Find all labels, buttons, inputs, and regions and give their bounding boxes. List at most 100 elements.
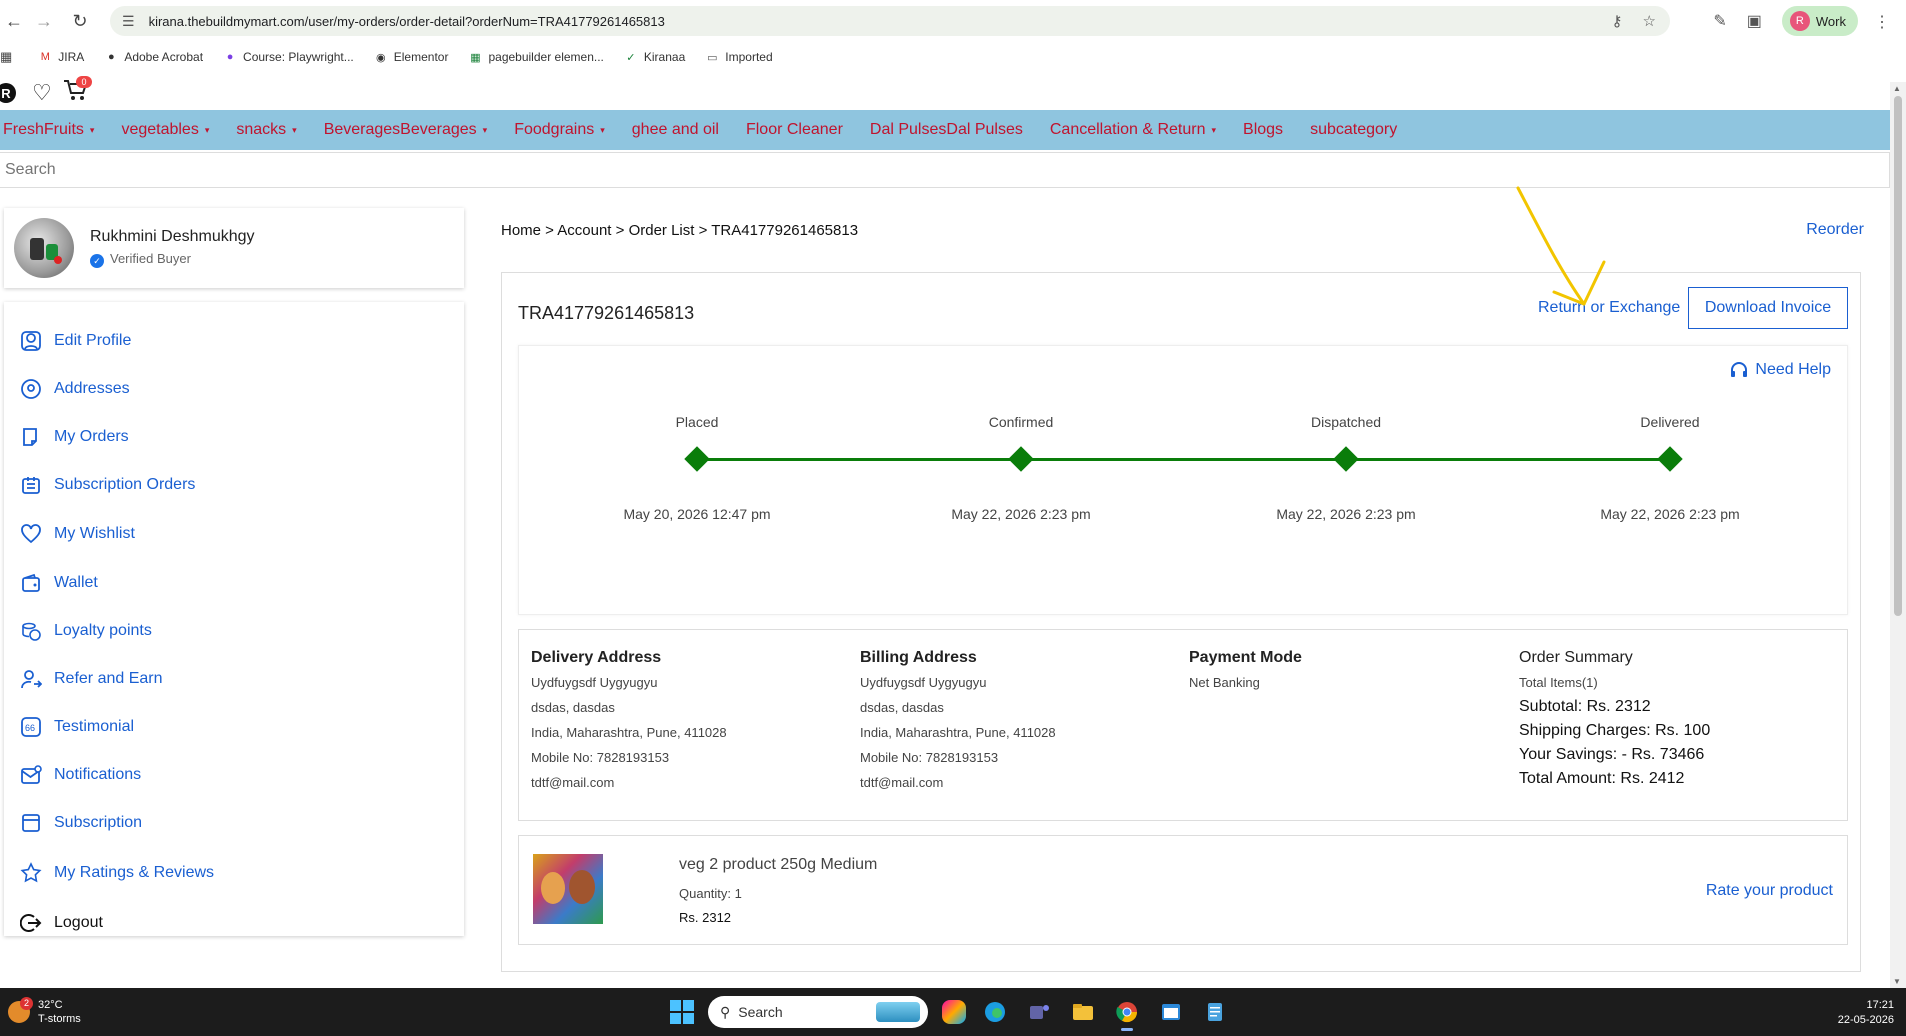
profile-button[interactable]: R Work [1781, 6, 1858, 36]
verified-badge: Verified Buyer [110, 250, 191, 266]
billing-address: Billing Address Uydfuygsdf Uygyugyu dsda… [860, 648, 1056, 795]
category-nav-item[interactable]: Foodgrains ▾ [511, 121, 605, 139]
site-settings-icon[interactable]: ☰ [122, 13, 135, 30]
category-nav-item[interactable]: Cancellation & Return ▾ [1047, 121, 1216, 139]
start-icon[interactable] [670, 1000, 694, 1024]
sidebar-item-mail[interactable]: Notifications [20, 764, 141, 786]
breadcrumb[interactable]: Home > Account > Order List > TRA4177926… [501, 222, 858, 239]
cart-count-badge: 0 [76, 76, 92, 88]
category-nav-item[interactable]: subcategory [1307, 121, 1397, 139]
chrome-icon[interactable] [1112, 997, 1142, 1031]
sidebar-item-star[interactable]: My Ratings & Reviews [20, 862, 214, 884]
notepad-icon[interactable] [1200, 997, 1230, 1027]
sidebar-item-location-pin[interactable]: Addresses [20, 378, 130, 400]
window-app-icon[interactable] [1156, 997, 1186, 1027]
sidebar-item-orders[interactable]: My Orders [20, 426, 129, 448]
sidebar-item-heart[interactable]: My Wishlist [20, 523, 135, 545]
bookmark-star-icon[interactable]: ☆ [1643, 12, 1656, 30]
scroll-thumb[interactable] [1894, 96, 1902, 616]
product-image[interactable] [533, 854, 603, 924]
category-label: Foodgrains [514, 121, 595, 138]
billing-line1: dsdas, dasdas [860, 700, 944, 715]
bookmark-item[interactable]: ✓ Kiranaa [624, 50, 685, 64]
category-nav-item[interactable]: Blogs [1240, 121, 1283, 139]
sidebar-item-subscription-orders[interactable]: Subscription Orders [20, 474, 195, 496]
category-nav-item[interactable]: Floor Cleaner [743, 121, 843, 139]
edge-icon[interactable] [980, 997, 1010, 1027]
site-logo[interactable]: R [0, 83, 16, 103]
order-detail-card: TRA41779261465813 Return or Exchange Dow… [501, 272, 1861, 972]
sidebar-item-label: Addresses [54, 380, 130, 397]
category-nav-item[interactable]: ghee and oil [629, 121, 719, 139]
sidebar-item-label: My Wishlist [54, 525, 135, 542]
stage-date: May 20, 2026 12:47 pm [623, 506, 771, 522]
clock-date: 22-05-2026 [1837, 1014, 1894, 1026]
logout-icon [20, 914, 42, 932]
sidebar-item-logout[interactable]: Logout [20, 912, 103, 934]
reorder-link[interactable]: Reorder [1806, 221, 1864, 239]
need-help-link[interactable]: Need Help [1729, 360, 1831, 380]
page-scrollbar[interactable]: ▲ ▼ [1890, 82, 1906, 988]
scroll-up-icon[interactable]: ▲ [1893, 84, 1901, 93]
copilot-icon[interactable] [942, 1000, 966, 1024]
bookmark-item[interactable]: ▭ Imported [705, 50, 773, 64]
category-nav-item[interactable]: Dal PulsesDal Pulses [867, 121, 1023, 139]
sidebar-item-coins[interactable]: Loyalty points [20, 620, 152, 642]
back-icon[interactable]: ← [0, 7, 28, 35]
sidebar-item-subscription[interactable]: Subscription [20, 812, 142, 834]
bookmarks-bar: ▦ M JIRA ● Adobe Acrobat ● Course: Playwright… [0, 42, 1906, 72]
acrobat-icon: ● [107, 51, 115, 63]
product-name[interactable]: veg 2 product 250g Medium [679, 856, 877, 874]
rate-product-link[interactable]: Rate your product [1706, 882, 1833, 900]
delivery-address: Delivery Address Uydfuygsdf Uygyugyu dsd… [531, 648, 727, 795]
location-pin-icon [21, 379, 41, 399]
weather-widget[interactable]: 2 32°C T-storms [8, 997, 81, 1026]
bookmark-label: Course: Playwright... [243, 50, 354, 64]
bookmark-label: pagebuilder elemen... [488, 50, 604, 64]
address-bar[interactable]: ☰ kirana.thebuildmymart.com/user/my-orde… [110, 6, 1670, 36]
mail-icon [21, 765, 42, 784]
bookmark-item[interactable]: ◉ Elementor [374, 50, 449, 64]
sidebar-item-quote[interactable]: 66 Testimonial [20, 716, 134, 738]
apps-grid-icon[interactable]: ▦ [0, 49, 12, 65]
billing-line2: India, Maharashtra, Pune, 411028 [860, 725, 1056, 740]
teams-icon[interactable] [1024, 997, 1054, 1027]
tab-search-icon[interactable]: ▣ [1747, 11, 1762, 31]
bookmark-item[interactable]: ● Course: Playwright... [223, 50, 354, 64]
profile-avatar: R [1789, 11, 1810, 31]
category-nav-item[interactable]: vegetables ▾ [118, 121, 209, 139]
password-key-icon[interactable]: ⚷ [1612, 12, 1623, 30]
reload-icon[interactable]: ↻ [66, 7, 94, 35]
url-text: kirana.thebuildmymart.com/user/my-orders… [148, 13, 665, 29]
billing-address-title: Billing Address [860, 649, 977, 666]
category-nav-item[interactable]: snacks ▾ [233, 121, 296, 139]
sidebar-item-wallet[interactable]: Wallet [20, 572, 98, 594]
category-nav-item[interactable]: BeveragesBeverages ▾ [321, 121, 488, 139]
sidebar-item-refer[interactable]: Refer and Earn [20, 668, 163, 690]
taskbar-search[interactable]: ⚲ Search [708, 996, 928, 1028]
file-explorer-icon[interactable] [1068, 997, 1098, 1027]
wishlist-heart-icon[interactable]: ♡ [32, 80, 52, 106]
system-clock[interactable]: 17:21 22-05-2026 [1838, 998, 1894, 1028]
category-nav-item[interactable]: FreshFruits ▾ [0, 121, 94, 139]
caret-down-icon: ▾ [204, 124, 210, 135]
bookmark-item[interactable]: ● Adobe Acrobat [104, 50, 203, 64]
scroll-down-icon[interactable]: ▼ [1893, 977, 1901, 986]
sidebar-item-user[interactable]: Edit Profile [20, 330, 131, 352]
bookmark-label: Adobe Acrobat [124, 50, 204, 64]
more-menu-icon[interactable]: ⋮ [1874, 12, 1890, 32]
billing-name: Uydfuygsdf Uygyugyu [860, 675, 987, 690]
sidebar-item-label: Loyalty points [54, 622, 152, 639]
bookmark-item[interactable]: M JIRA [38, 50, 85, 64]
stage-marker [1333, 446, 1359, 472]
quote-icon: 66 [21, 717, 41, 737]
payment-mode-value: Net Banking [1189, 675, 1260, 690]
download-invoice-button[interactable]: Download Invoice [1688, 287, 1848, 329]
delivery-line1: dsdas, dasdas [531, 700, 615, 715]
site-search-input[interactable] [5, 161, 1889, 179]
extensions-icon[interactable]: ✎ [1713, 11, 1726, 31]
forward-icon[interactable]: → [30, 7, 58, 35]
coins-icon [22, 622, 41, 641]
bookmark-item[interactable]: ▦ pagebuilder elemen... [468, 50, 604, 64]
payment-mode-title: Payment Mode [1189, 649, 1302, 666]
